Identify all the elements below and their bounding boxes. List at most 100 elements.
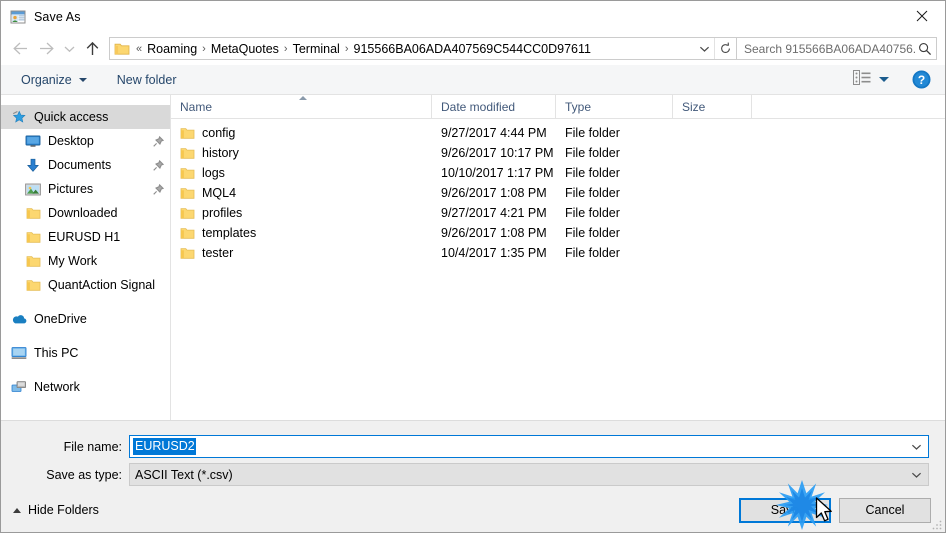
table-row[interactable]: profiles 9/27/2017 4:21 PM File folder xyxy=(171,203,945,223)
file-type: File folder xyxy=(565,206,620,220)
breadcrumb-metaquotes[interactable]: MetaQuotes xyxy=(209,42,281,56)
sidebar-item-label: This PC xyxy=(34,346,79,360)
back-arrow-icon[interactable] xyxy=(7,36,33,62)
breadcrumb-separator[interactable]: › xyxy=(342,43,352,55)
sidebar-item-label: Documents xyxy=(48,158,112,172)
sidebar-item-documents[interactable]: Documents xyxy=(1,153,170,177)
window-title: Save As xyxy=(34,9,81,24)
view-options-button[interactable] xyxy=(848,69,894,90)
breadcrumb-terminal-id[interactable]: 915566BA06ADA407569C544CC0D97611 xyxy=(352,42,593,56)
file-name: history xyxy=(202,146,239,160)
column-header-size[interactable]: Size xyxy=(673,95,752,118)
sidebar-item-label: Downloaded xyxy=(48,206,118,220)
search-icon[interactable] xyxy=(918,42,932,56)
file-name-row: File name: EURUSD2 xyxy=(17,435,929,458)
svg-text:?: ? xyxy=(918,73,925,87)
sidebar-item-onedrive[interactable]: OneDrive xyxy=(1,307,170,331)
cancel-button-label: Cancel xyxy=(865,503,905,517)
this-pc-icon xyxy=(11,345,27,361)
chevron-down-icon xyxy=(78,77,87,82)
file-list[interactable]: config 9/27/2017 4:44 PM File folder his… xyxy=(171,119,945,420)
save-as-type-select[interactable]: ASCII Text (*.csv) xyxy=(129,463,929,486)
table-row[interactable]: config 9/27/2017 4:44 PM File folder xyxy=(171,123,945,143)
chevron-down-icon[interactable] xyxy=(905,464,928,485)
pin-icon[interactable] xyxy=(153,183,164,195)
sidebar-item-eurusd-h1[interactable]: EURUSD H1 xyxy=(1,225,170,249)
breadcrumb-separator[interactable]: › xyxy=(281,43,291,55)
up-arrow-icon[interactable] xyxy=(79,36,105,62)
chevron-down-icon[interactable] xyxy=(905,436,928,457)
hide-folders-button[interactable]: Hide Folders xyxy=(13,503,99,517)
sidebar-item-quick-access[interactable]: Quick access xyxy=(1,105,170,129)
pictures-icon xyxy=(25,181,41,197)
file-name-input[interactable]: EURUSD2 xyxy=(129,435,929,458)
folder-icon xyxy=(25,229,41,245)
sidebar-item-label: EURUSD H1 xyxy=(48,230,121,244)
sidebar-item-label: OneDrive xyxy=(34,312,87,326)
file-date: 9/26/2017 1:08 PM xyxy=(441,226,547,240)
recent-locations-chevron-icon[interactable] xyxy=(59,36,79,62)
organize-button[interactable]: Organize xyxy=(15,68,93,92)
forward-arrow-icon[interactable] xyxy=(33,36,59,62)
file-type: File folder xyxy=(565,186,620,200)
new-folder-label: New folder xyxy=(116,72,177,87)
sidebar-item-this-pc[interactable]: This PC xyxy=(1,341,170,365)
table-row[interactable]: MQL4 9/26/2017 1:08 PM File folder xyxy=(171,183,945,203)
breadcrumb-prefix: « xyxy=(136,42,143,55)
column-header-label: Size xyxy=(682,99,706,114)
folder-icon xyxy=(180,247,195,260)
sidebar-item-label: Network xyxy=(34,380,80,394)
close-icon[interactable] xyxy=(899,1,945,31)
pin-icon[interactable] xyxy=(153,135,164,147)
folder-icon xyxy=(25,277,41,293)
file-type: File folder xyxy=(565,146,620,160)
column-header-name[interactable]: Name xyxy=(171,95,432,118)
folder-icon xyxy=(25,205,41,221)
file-name: templates xyxy=(202,226,257,240)
table-row[interactable]: templates 9/26/2017 1:08 PM File folder xyxy=(171,223,945,243)
table-row[interactable]: logs 10/10/2017 1:17 PM File folder xyxy=(171,163,945,183)
sidebar-item-quantaction-signal[interactable]: QuantAction Signal xyxy=(1,273,170,297)
file-date: 9/26/2017 1:08 PM xyxy=(441,186,547,200)
breadcrumb-separator[interactable]: › xyxy=(199,43,209,55)
file-date: 9/26/2017 10:17 PM xyxy=(441,146,554,160)
navigation-bar: « Roaming › MetaQuotes › Terminal › 9155… xyxy=(1,32,945,65)
breadcrumb-terminal[interactable]: Terminal xyxy=(291,42,342,56)
sidebar-item-downloaded[interactable]: Downloaded xyxy=(1,201,170,225)
documents-download-icon xyxy=(25,157,41,173)
resize-grip[interactable] xyxy=(931,518,943,530)
column-header-type[interactable]: Type xyxy=(556,95,673,118)
sidebar-item-pictures[interactable]: Pictures xyxy=(1,177,170,201)
search-input[interactable] xyxy=(744,41,916,56)
sidebar-item-desktop[interactable]: Desktop xyxy=(1,129,170,153)
table-row[interactable]: tester 10/4/2017 1:35 PM File folder xyxy=(171,243,945,263)
new-folder-button[interactable]: New folder xyxy=(111,68,183,92)
folder-icon xyxy=(25,253,41,269)
column-header-label: Name xyxy=(180,99,213,114)
address-bar[interactable]: « Roaming › MetaQuotes › Terminal › 9155… xyxy=(109,37,737,60)
save-as-type-value: ASCII Text (*.csv) xyxy=(135,467,233,482)
file-date: 10/10/2017 1:17 PM xyxy=(441,166,554,180)
file-name-cell: history xyxy=(171,146,432,160)
file-name: profiles xyxy=(202,206,243,220)
folder-icon xyxy=(180,147,195,160)
search-box[interactable] xyxy=(737,37,937,60)
help-icon[interactable]: ? xyxy=(912,70,931,89)
folder-icon xyxy=(180,187,195,200)
refresh-icon[interactable] xyxy=(714,38,736,59)
sidebar-item-my-work[interactable]: My Work xyxy=(1,249,170,273)
network-icon xyxy=(11,379,27,395)
file-name-cell: MQL4 xyxy=(171,186,432,200)
sidebar-item-network[interactable]: Network xyxy=(1,375,170,399)
folder-icon xyxy=(180,127,195,140)
dialog-body: Quick access Desktop Documents Pictures … xyxy=(1,95,945,420)
table-row[interactable]: history 9/26/2017 10:17 PM File folder xyxy=(171,143,945,163)
cancel-button[interactable]: Cancel xyxy=(839,497,931,523)
file-date: 9/27/2017 4:21 PM xyxy=(441,206,547,220)
pin-icon[interactable] xyxy=(153,159,164,171)
file-name-cell: config xyxy=(171,126,432,140)
breadcrumb-roaming[interactable]: Roaming xyxy=(145,42,199,56)
chevron-down-icon[interactable] xyxy=(695,38,714,59)
column-header-date-modified[interactable]: Date modified xyxy=(432,95,556,118)
save-button[interactable]: Save xyxy=(739,497,831,523)
